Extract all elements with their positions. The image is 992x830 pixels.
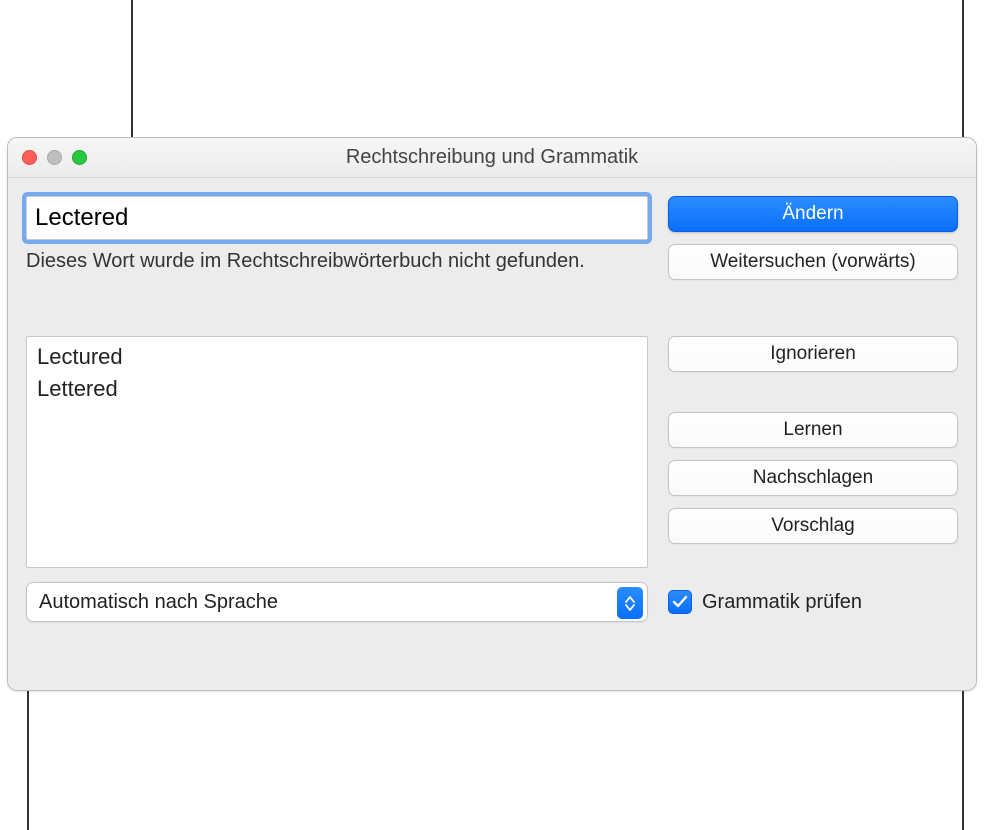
suggestion-item[interactable]: Lettered [37, 373, 637, 405]
language-select-value: Automatisch nach Sprache [39, 591, 278, 614]
checkmark-icon [672, 595, 688, 609]
ignore-button[interactable]: Ignorieren [668, 336, 958, 372]
suggestion-item[interactable]: Lectured [37, 341, 637, 373]
close-window-button[interactable] [22, 150, 37, 165]
lookup-button[interactable]: Nachschlagen [668, 460, 958, 496]
window-content: Dieses Wort wurde im Rechtschreibwörterb… [8, 178, 976, 634]
learn-button[interactable]: Lernen [668, 412, 958, 448]
change-button[interactable]: Ändern [668, 196, 958, 232]
suggest-button[interactable]: Vorschlag [668, 508, 958, 544]
titlebar: Rechtschreibung und Grammatik [8, 138, 976, 178]
misspelled-word-input[interactable] [26, 196, 648, 240]
traffic-lights [8, 150, 87, 165]
suggestions-list[interactable]: Lectured Lettered [26, 336, 648, 568]
find-next-button[interactable]: Weitersuchen (vorwärts) [668, 244, 958, 280]
minimize-window-button[interactable] [47, 150, 62, 165]
grammar-checkbox[interactable] [668, 590, 692, 614]
language-select[interactable]: Automatisch nach Sprache [26, 582, 648, 622]
zoom-window-button[interactable] [72, 150, 87, 165]
window-title: Rechtschreibung und Grammatik [8, 146, 976, 169]
grammar-checkbox-label: Grammatik prüfen [702, 591, 862, 614]
select-arrows-icon [617, 587, 643, 619]
status-message: Dieses Wort wurde im Rechtschreibwörterb… [26, 248, 648, 275]
spelling-grammar-window: Rechtschreibung und Grammatik Dieses Wor… [7, 137, 977, 691]
